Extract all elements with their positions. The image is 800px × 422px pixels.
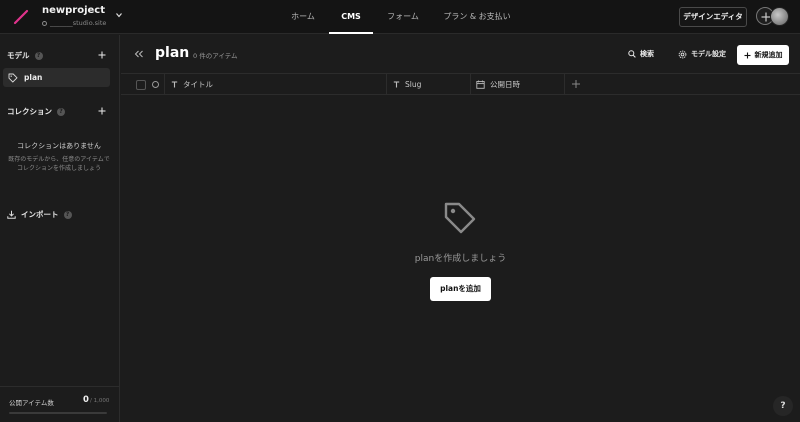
plus-icon [744,52,750,58]
column-label: 公開日時 [490,79,520,89]
column-published-at[interactable]: 公開日時 [476,74,520,94]
published-items-max: / 1,000 [90,398,110,404]
search-label: 検索 [640,50,654,58]
help-icon[interactable]: ? [63,210,72,219]
design-editor-button[interactable]: デザインエディタ [679,7,747,27]
tab-cms[interactable]: CMS [329,0,373,34]
tab-home[interactable]: ホーム [281,0,325,34]
help-button[interactable]: ? [773,396,793,416]
empty-collections-description: 既存のモデルから、任意のアイテムで コレクションを作成しましょう [0,155,118,173]
studio-logo-icon[interactable] [13,9,29,25]
import-label: インポート [21,210,59,219]
column-divider [164,74,165,94]
empty-state-message: planを作成しましょう [414,254,507,264]
download-icon [7,210,16,219]
models-heading-label: モデル [7,51,30,60]
column-slug[interactable]: Slug [393,74,421,94]
table-header: タイトル Slug 公開日時 [121,73,800,95]
project-url-text: _______studio.site [50,19,107,27]
project-url[interactable]: _______studio.site [42,19,106,27]
collaborators [756,7,790,27]
column-divider [564,74,565,94]
chevron-down-icon[interactable] [115,11,123,19]
tag-icon [8,73,18,83]
published-items-count: 0 [83,395,89,405]
search-button[interactable]: 検索 [628,49,654,59]
published-items-counter: 公開アイテム数 0 / 1,000 [0,386,119,422]
page-title: plan [155,45,190,61]
column-divider [470,74,471,94]
column-label: Slug [405,79,422,89]
tag-icon [444,202,476,234]
sidebar-item-plan[interactable]: plan [3,68,110,87]
avatar[interactable] [770,7,789,26]
main-content: plan 0 件のアイテム 検索 モデル設定 新規追加 タイトル Slug 公開… [121,35,800,422]
calendar-icon [476,80,485,89]
column-title[interactable]: タイトル [171,74,213,94]
column-label: タイトル [183,79,213,89]
item-count: 0 件のアイテム [193,52,238,60]
collections-heading: コレクション ? [7,106,65,117]
gear-icon [678,50,687,58]
status-column-icon [152,81,159,88]
model-settings-button[interactable]: モデル設定 [678,49,726,59]
tab-plan-billing[interactable]: プラン & お支払い [437,0,517,34]
select-all-checkbox[interactable] [136,80,146,90]
add-plan-button[interactable]: planを追加 [430,277,491,301]
help-icon[interactable]: ? [34,51,43,60]
globe-icon [42,20,47,26]
import-button[interactable]: インポート ? [7,209,72,220]
add-new-label: 新規追加 [754,51,783,59]
collapse-sidebar-icon[interactable] [134,49,144,59]
tab-forms[interactable]: フォーム [379,0,427,34]
add-model-icon[interactable] [97,50,107,60]
model-settings-label: モデル設定 [691,50,726,58]
published-items-progress [9,412,107,414]
search-icon [628,50,636,58]
text-type-icon [393,80,400,87]
add-column-icon[interactable] [571,79,581,89]
sidebar: モデル ? plan コレクション ? コレクションはありません 既存のモデルか… [0,35,120,422]
empty-collections-desc-line: コレクションを作成しましょう [16,165,101,172]
help-icon[interactable]: ? [57,107,65,116]
models-heading: モデル ? [7,50,43,61]
published-items-label: 公開アイテム数 [9,399,54,407]
project-name[interactable]: newproject [42,5,105,16]
empty-collections-desc-line: 既存のモデルから、任意のアイテムで [8,156,110,163]
empty-collections-title: コレクションはありません [17,142,101,150]
collections-heading-label: コレクション [7,107,52,116]
top-bar: newproject _______studio.site ホーム CMS フォ… [0,0,800,34]
sidebar-item-label: plan [24,73,43,82]
text-type-icon [171,80,178,87]
add-collection-icon[interactable] [97,106,107,116]
add-new-button[interactable]: 新規追加 [737,45,789,65]
column-divider [386,74,387,94]
